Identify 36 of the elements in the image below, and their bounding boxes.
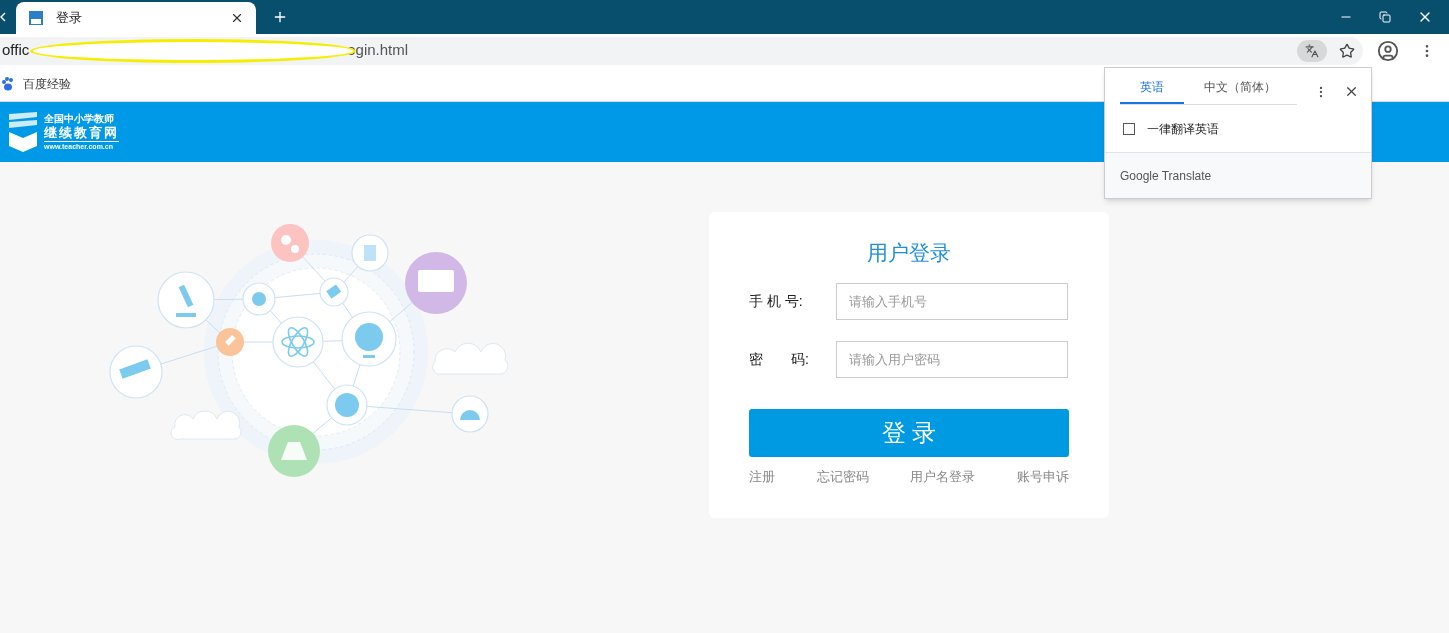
language-tab[interactable]: 英语 [1120, 78, 1184, 104]
logo-subtitle: 继续教育网 [44, 126, 119, 139]
close-icon[interactable] [1344, 84, 1359, 99]
new-tab-icon[interactable] [272, 9, 288, 25]
translate-icon [1305, 43, 1319, 58]
tab-title: 登录 [56, 9, 82, 28]
bookmark-item[interactable]: 百度经验 [0, 75, 79, 93]
site-favicon-icon [28, 10, 44, 26]
link[interactable]: 用户名登录 [910, 467, 976, 487]
profile-icon[interactable] [1377, 39, 1399, 62]
field-label: 手 机 号: [749, 292, 804, 311]
url-text: offic [2, 40, 30, 61]
input-field[interactable]: 请输入手机号 [836, 283, 1068, 320]
input-field[interactable]: 请输入用户密码 [836, 341, 1068, 378]
restore-icon[interactable] [1379, 11, 1391, 23]
logo-title: 全国中小学教师 [44, 114, 115, 124]
link[interactable]: 忘记密码 [816, 467, 869, 487]
address-bar[interactable]: offic ogin.html [0, 36, 1363, 65]
field-label: 密 码: [749, 350, 810, 369]
link[interactable]: 账号申诉 [1016, 467, 1069, 487]
chevron-left-icon[interactable] [0, 12, 6, 22]
browser-tab[interactable]: 登录 [16, 2, 256, 34]
login-button[interactable]: 登 录 [749, 409, 1069, 457]
login-title: 用户登录 [867, 242, 951, 263]
translate-button[interactable] [1297, 39, 1327, 62]
google-wordmark: Google [1120, 167, 1159, 185]
translate-wordmark: Translate [1161, 167, 1212, 185]
url-text: ogin.html [347, 40, 409, 61]
book-logo-icon [9, 112, 39, 152]
bookmark-star-icon[interactable] [1339, 42, 1355, 59]
close-icon[interactable] [230, 11, 244, 25]
checkbox[interactable] [1123, 123, 1135, 135]
language-tab[interactable]: 中文（简体） [1184, 78, 1296, 104]
link[interactable]: 注册 [749, 467, 775, 487]
checkbox-label: 一律翻译英语 [1147, 121, 1219, 138]
paw-icon [1, 77, 15, 91]
